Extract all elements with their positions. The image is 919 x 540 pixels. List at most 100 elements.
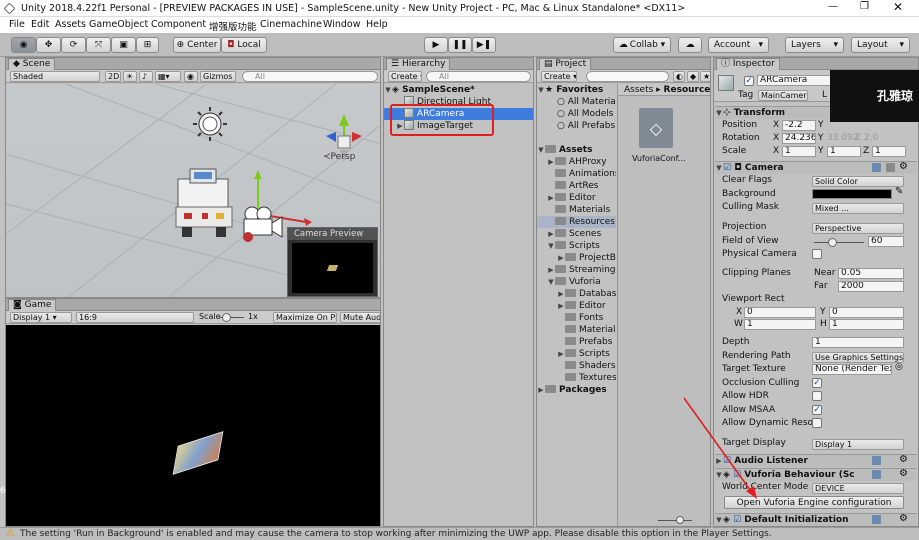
aspect-dropdown[interactable]: 16:9 — [76, 312, 194, 323]
scale-z-field[interactable]: 1 — [872, 146, 906, 157]
project-tree-item[interactable]: ▶ Scenes — [537, 228, 616, 240]
clear-flags-dropdown[interactable]: Solid Color — [812, 176, 904, 187]
projection-dropdown[interactable]: Perspective — [812, 223, 904, 234]
project-tree-item[interactable]: Animations — [537, 168, 616, 180]
tab-hierarchy[interactable]: ☰ Hierarchy — [386, 58, 451, 70]
hierarchy-create-dropdown[interactable]: Create ▾ — [388, 71, 422, 82]
hierarchy-search-input[interactable]: All — [426, 71, 531, 82]
background-color-field[interactable] — [812, 189, 892, 199]
culling-mask-dropdown[interactable]: Mixed ... — [812, 203, 904, 214]
settings-gear-icon[interactable]: ⚙ — [899, 513, 908, 524]
settings-gear-icon[interactable]: ⚙ — [899, 161, 908, 172]
chevron-right-icon[interactable]: ▶ — [557, 300, 565, 312]
scale-slider[interactable] — [220, 313, 244, 322]
maximize-button[interactable]: ❐ — [860, 1, 869, 12]
game-viewport[interactable] — [6, 325, 380, 526]
menu-file[interactable]: File — [9, 19, 25, 30]
project-tree-item[interactable]: Prefabs — [537, 336, 616, 348]
menu-window[interactable]: Window — [323, 19, 360, 30]
viewport-h-field[interactable]: 1 — [829, 319, 904, 330]
allow-msaa-checkbox[interactable]: ✓ — [812, 405, 822, 415]
object-name-field[interactable]: ARCamera — [757, 75, 834, 86]
move-tool-button[interactable]: ✥ — [36, 37, 61, 53]
scale-tool-button[interactable]: ⤧ — [86, 37, 111, 53]
menu-edit[interactable]: Edit — [31, 19, 49, 30]
project-tree-item[interactable]: ▶ Editor — [537, 192, 616, 204]
project-tree-item[interactable]: Materials — [537, 204, 616, 216]
shading-dropdown[interactable]: Shaded — [10, 71, 100, 82]
project-tree-item[interactable]: Materials — [537, 324, 616, 336]
play-button[interactable]: ▶ — [424, 37, 448, 53]
project-tree-item[interactable]: ▶ Scripts — [537, 348, 616, 360]
favorite-item[interactable]: ○ All Prefabs — [537, 120, 616, 132]
menu-help[interactable]: Help — [366, 19, 388, 30]
project-tree-item[interactable]: ▶ Editor — [537, 300, 616, 312]
chevron-right-icon[interactable]: ▶ — [547, 228, 555, 240]
rotation-x-field[interactable]: 24.236 — [782, 133, 816, 144]
rendering-path-dropdown[interactable]: Use Graphics Settings — [812, 352, 904, 363]
far-field[interactable]: 2000 — [838, 281, 904, 292]
default-initialization-header[interactable]: ▼◈ ☑ Default Initialization — [715, 513, 917, 526]
near-field[interactable]: 0.05 — [838, 268, 904, 279]
tag-dropdown[interactable]: MainCamera — [758, 90, 808, 101]
project-tree-item[interactable]: Resources — [537, 216, 616, 228]
chevron-right-icon[interactable]: ▶ — [547, 156, 555, 168]
world-center-mode-dropdown[interactable]: DEVICE — [812, 483, 904, 494]
favorite-item[interactable]: ○ All Models — [537, 108, 616, 120]
audio-listener-checkbox[interactable]: ☑ — [723, 456, 734, 466]
target-texture-field[interactable]: None (Render Tex — [812, 364, 892, 375]
account-dropdown[interactable]: Account ▾ — [708, 37, 769, 53]
status-message[interactable]: The setting 'Run in Background' is enabl… — [20, 529, 772, 539]
tab-scene[interactable]: ◆ Scene — [8, 58, 56, 70]
allow-dynamic-resolution-checkbox[interactable] — [812, 418, 822, 428]
project-tree-item[interactable]: ▶ ProjectB — [537, 252, 616, 264]
menu-enhanced[interactable]: 增强版功能 — [209, 19, 257, 33]
menu-cinemachine[interactable]: Cinemachine — [260, 19, 322, 30]
project-tree-item[interactable]: ▶ Streaming — [537, 264, 616, 276]
settings-gear-icon[interactable]: ⚙ — [899, 454, 908, 465]
menu-gameobject[interactable]: GameObject — [89, 19, 148, 30]
depth-field[interactable]: 1 — [812, 337, 904, 348]
minimize-button[interactable]: — — [828, 1, 838, 12]
project-tree-item[interactable]: Fonts — [537, 312, 616, 324]
viewport-y-field[interactable]: 0 — [829, 307, 904, 318]
cloud-button[interactable]: ☁ — [678, 37, 702, 53]
project-tree-item[interactable]: ArtRes — [537, 180, 616, 192]
fov-slider-thumb[interactable] — [828, 238, 837, 247]
chevron-right-icon[interactable]: ▶ — [547, 192, 555, 204]
pivot-local-button[interactable]: ◘ Local — [221, 37, 267, 53]
scene-viewport[interactable]: ≺Persp Camera Preview — [6, 84, 380, 297]
open-vuforia-config-button[interactable]: Open Vuforia Engine configuration — [724, 496, 904, 509]
mode-2d-toggle[interactable]: 2D — [105, 71, 121, 82]
scene-root-row[interactable]: ▼◈ SampleScene* — [384, 84, 533, 96]
step-button[interactable]: ▶❚ — [472, 37, 496, 53]
project-create-dropdown[interactable]: Create ▾ — [541, 71, 577, 82]
project-tree-item[interactable]: Textures — [537, 372, 616, 384]
visibility-toggle[interactable]: ◉ — [184, 71, 198, 82]
pause-button[interactable]: ❚❚ — [448, 37, 472, 53]
settings-gear-icon[interactable]: ⚙ — [899, 468, 908, 479]
object-active-checkbox[interactable]: ✓ — [744, 76, 754, 86]
position-x-field[interactable]: -2.2 — [782, 120, 816, 131]
breadcrumb-resources[interactable]: Resources — [664, 85, 710, 95]
help-icon[interactable] — [872, 456, 881, 465]
tab-game[interactable]: ◙ Game — [8, 299, 57, 311]
icon-size-slider-thumb[interactable] — [676, 516, 684, 524]
audio-listener-header[interactable]: ▶☑ Audio Listener — [715, 454, 917, 467]
project-tree-item[interactable]: Shaders — [537, 360, 616, 372]
project-search-input[interactable] — [586, 71, 669, 82]
packages-header[interactable]: ▶ Packages — [537, 384, 616, 396]
icon-size-slider[interactable] — [658, 516, 692, 524]
eyedropper-icon[interactable]: ✎ — [895, 186, 903, 197]
project-tree-item[interactable]: ▼ Vuforia — [537, 276, 616, 288]
project-tree-item[interactable]: ▼ Scripts — [537, 240, 616, 252]
occlusion-culling-checkbox[interactable]: ✓ — [812, 378, 822, 388]
filter-type-button[interactable]: ◐ — [673, 71, 685, 82]
chevron-right-icon[interactable]: ▶ — [557, 348, 565, 360]
help-icon[interactable] — [872, 163, 881, 172]
viewport-x-field[interactable]: 0 — [744, 307, 816, 318]
asset-vuforia-config[interactable]: ◇ VuforiaConf... — [626, 108, 686, 168]
chevron-down-icon[interactable]: ▼ — [547, 240, 555, 252]
fov-field[interactable]: 60 — [868, 236, 904, 247]
chevron-down-icon[interactable]: ▼ — [547, 276, 555, 288]
